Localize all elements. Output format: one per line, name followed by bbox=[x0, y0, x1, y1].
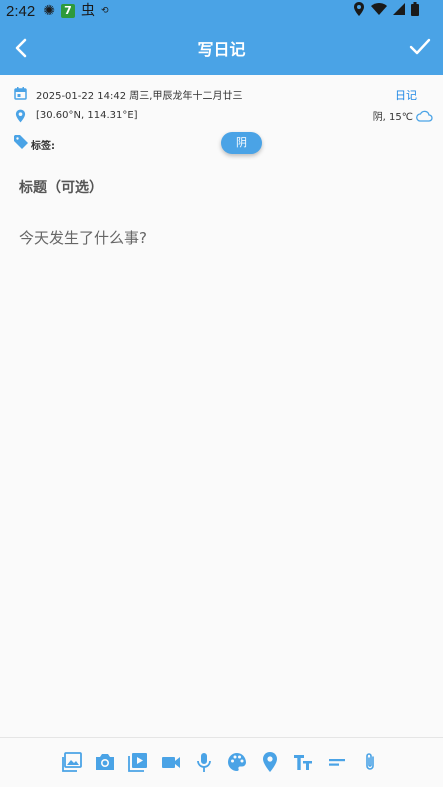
mic-icon[interactable] bbox=[193, 751, 215, 773]
short-text-icon[interactable] bbox=[326, 751, 348, 773]
text-size-icon[interactable] bbox=[292, 751, 314, 773]
location-status-icon bbox=[354, 2, 364, 16]
app-bar: 写日记 bbox=[0, 22, 443, 75]
datetime-text[interactable]: 2025-01-22 14:42 周三,甲辰龙年十二月廿三 bbox=[36, 87, 242, 102]
wifi-icon bbox=[371, 3, 387, 15]
bottom-toolbar bbox=[0, 737, 443, 787]
location-pin-icon[interactable] bbox=[15, 109, 26, 123]
video-library-icon[interactable] bbox=[127, 751, 149, 773]
location-icon[interactable] bbox=[259, 751, 281, 773]
diary-type-link[interactable]: 日记 bbox=[395, 87, 417, 103]
calendar-icon[interactable] bbox=[14, 87, 27, 100]
videocam-icon[interactable] bbox=[160, 751, 182, 773]
image-icon[interactable] bbox=[61, 751, 83, 773]
signal-icon bbox=[393, 3, 405, 15]
tag-chip[interactable]: 阴 bbox=[221, 132, 262, 154]
status-time: 2:42 bbox=[6, 2, 36, 20]
tag-icon[interactable] bbox=[14, 135, 28, 149]
location-text[interactable]: [30.60°N, 114.31°E] bbox=[36, 110, 138, 121]
burst-icon: ✺ bbox=[43, 3, 55, 19]
title-input[interactable]: 标题（可选） bbox=[19, 177, 103, 197]
sync-icon: ⟲ bbox=[100, 5, 109, 16]
page-title: 写日记 bbox=[197, 40, 246, 59]
weather-info[interactable]: 阴, 15℃ bbox=[373, 108, 433, 123]
notification-badge: 7 bbox=[60, 4, 75, 18]
camera-icon[interactable] bbox=[94, 751, 116, 773]
status-bar: 2:42 ✺ 7 虫 ⟲ bbox=[0, 0, 443, 22]
save-check-icon[interactable] bbox=[407, 34, 433, 60]
notification-app-icon: 虫 bbox=[80, 3, 95, 19]
body-input[interactable]: 今天发生了什么事? bbox=[19, 227, 147, 248]
tags-label: 标签: bbox=[31, 141, 55, 152]
attachment-icon[interactable] bbox=[359, 751, 381, 773]
palette-icon[interactable] bbox=[226, 751, 248, 773]
weather-text: 阴, 15℃ bbox=[372, 112, 413, 123]
battery-icon bbox=[411, 2, 419, 16]
cloud-icon bbox=[416, 110, 433, 122]
